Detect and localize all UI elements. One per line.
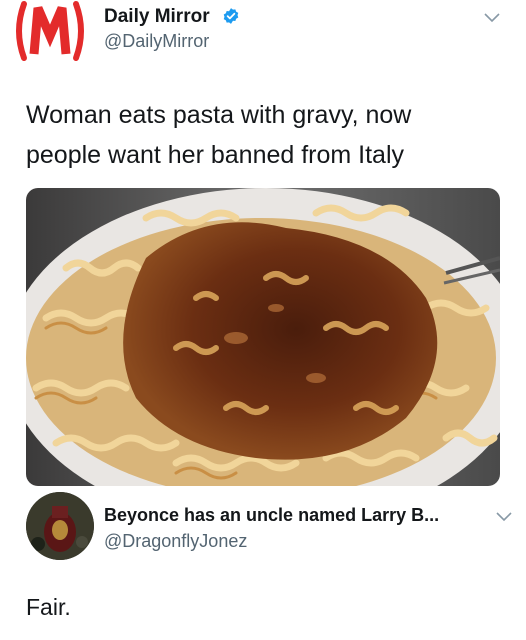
user-avatar-icon[interactable]	[26, 492, 94, 560]
tweet-display-name[interactable]: Daily Mirror	[104, 6, 210, 28]
tweet-text: Woman eats pasta with gravy, now people …	[26, 95, 496, 175]
tweet-text-line: people want her banned from Italy	[26, 141, 405, 169]
tweet-media-photo[interactable]	[26, 188, 500, 486]
tweet-handle[interactable]: @DailyMirror	[104, 31, 209, 52]
reply-text: Fair.	[26, 594, 71, 620]
verified-badge-icon	[223, 8, 239, 24]
chevron-down-icon[interactable]	[484, 13, 500, 23]
reply-handle[interactable]: @DragonflyJonez	[104, 531, 247, 552]
tweet-text-line: Woman eats pasta with gravy, now	[26, 101, 412, 129]
reply-display-name[interactable]: Beyonce has an uncle named Larry B...	[104, 505, 439, 526]
chevron-down-icon[interactable]	[496, 512, 512, 522]
daily-mirror-logo-icon[interactable]	[10, 0, 90, 62]
